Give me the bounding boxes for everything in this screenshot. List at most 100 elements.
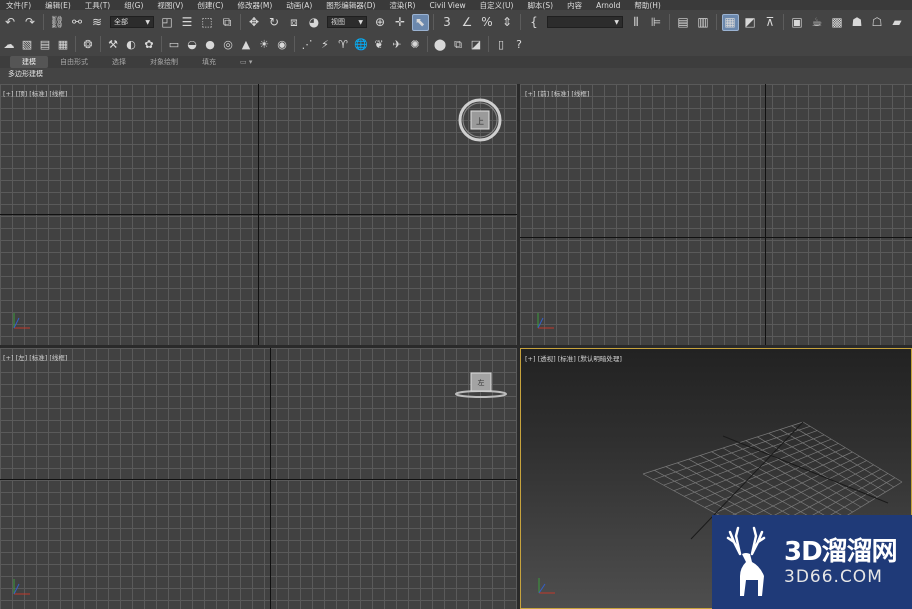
menu-edit[interactable]: 编辑(E) [39, 0, 71, 10]
help-icon[interactable]: ? [512, 36, 527, 53]
ribbon-options-button[interactable]: ▭ ▾ [228, 56, 264, 68]
viewport-label[interactable]: [+] [顶] [标准] [线框] [3, 88, 67, 98]
reference-coordinate-dropdown[interactable]: 视图 ▼ [327, 16, 367, 28]
shell-icon[interactable]: ✺ [408, 36, 423, 53]
teapot-icon[interactable]: ☁ [2, 36, 17, 53]
perspective-grid-line [725, 455, 860, 519]
material-editor-icon[interactable]: ▣ [789, 14, 806, 31]
menu-views[interactable]: 视图(V) [151, 0, 183, 10]
angle-snap-icon[interactable]: ∠ [459, 14, 476, 31]
rotate-icon[interactable]: ↻ [266, 14, 283, 31]
menu-file[interactable]: 文件(F) [0, 0, 31, 10]
toolbar-separator [783, 14, 784, 30]
hair-icon[interactable]: ⋰ [300, 36, 315, 53]
viewport-front[interactable]: [+] [前] [标准] [线框] [520, 84, 912, 345]
tab-populate[interactable]: 填充 [190, 56, 228, 68]
rect-selection-region-icon[interactable]: ⬚ [199, 14, 216, 31]
polygon-modeling-label[interactable]: 多边形建模 [8, 69, 43, 79]
scale-icon[interactable]: ⧈ [286, 14, 303, 31]
percent-snap-icon[interactable]: % [479, 14, 496, 31]
main-toolbar: ↶ ↷ ⛓ ⚯ ≋ 全部 ▼ ◰ ☰ ⬚ ⧉ ✥ ↻ ⧈ ◕ 视图 ▼ ⊕ ✛ … [0, 10, 912, 34]
viewport-left[interactable]: [+] [左] [标准] [线框] 左 [0, 348, 517, 609]
material-sphere-icon[interactable]: ⬤ [433, 36, 448, 53]
batch-render-icon[interactable]: ▦ [56, 36, 71, 53]
edit-named-selection-icon[interactable]: { [526, 14, 543, 31]
menu-content[interactable]: 内容 [561, 0, 582, 10]
clipboard-icon[interactable]: ▯ [494, 36, 509, 53]
menu-rendering[interactable]: 渲染(R) [383, 0, 415, 10]
render-iterative-icon[interactable]: ☖ [869, 14, 886, 31]
rendered-frame-window-icon[interactable]: ▩ [829, 14, 846, 31]
fish-icon[interactable]: ✈ [390, 36, 405, 53]
viewport-label[interactable]: [+] [前] [标准] [线框] [525, 88, 589, 98]
schematic-view-icon[interactable]: ⊼ [762, 14, 779, 31]
render-region-icon[interactable]: ⧉ [451, 36, 466, 53]
cloth-icon[interactable]: ⚡ [318, 36, 333, 53]
menu-graph-editors[interactable]: 图形编辑器(D) [320, 0, 375, 10]
tab-selection[interactable]: 选择 [100, 56, 138, 68]
menu-customize[interactable]: 自定义(U) [474, 0, 514, 10]
named-selection-set-dropdown[interactable]: ▼ [547, 16, 623, 28]
render-frame-icon[interactable]: ▧ [20, 36, 35, 53]
select-by-name-icon[interactable]: ☰ [179, 14, 196, 31]
hemisphere-icon[interactable]: ◒ [185, 36, 200, 53]
align-icon[interactable]: ⊫ [648, 14, 665, 31]
menu-help[interactable]: 帮助(H) [628, 0, 661, 10]
select-manipulate-icon[interactable]: ✛ [392, 14, 409, 31]
bind-space-warp-icon[interactable]: ≋ [89, 14, 106, 31]
menu-animation[interactable]: 动画(A) [280, 0, 312, 10]
menu-scripting[interactable]: 脚本(S) [521, 0, 553, 10]
viewport-label[interactable]: [+] [透视] [标准] [默认明暗处理] [525, 353, 622, 363]
cone-icon[interactable]: ▲ [239, 36, 254, 53]
render-production-icon[interactable]: ☗ [849, 14, 866, 31]
link-icon[interactable]: ⛓ [49, 14, 66, 31]
hanger-icon[interactable]: ♈ [336, 36, 351, 53]
scene-states-icon[interactable]: ▤ [38, 36, 53, 53]
undo-icon[interactable]: ↶ [2, 14, 19, 31]
menu-arnold[interactable]: Arnold [590, 1, 620, 10]
sphere-icon[interactable]: ● [203, 36, 218, 53]
place-icon[interactable]: ◕ [306, 14, 323, 31]
curve-editor-icon[interactable]: ◩ [742, 14, 759, 31]
move-icon[interactable]: ✥ [246, 14, 263, 31]
viewport-top[interactable]: [+] [顶] [标准] [线框] 上 [0, 84, 517, 345]
toggle-scene-explorer-icon[interactable]: ▤ [675, 14, 692, 31]
box-primitive-icon[interactable]: ▭ [167, 36, 182, 53]
menu-civil-view[interactable]: Civil View [423, 1, 465, 10]
torus-icon[interactable]: ◎ [221, 36, 236, 53]
half-moon-icon[interactable]: ◐ [124, 36, 139, 53]
viewcube-icon[interactable]: 上 [456, 96, 506, 146]
render-setup-icon[interactable]: ☕ [809, 14, 826, 31]
geosphere-icon[interactable]: ◉ [275, 36, 290, 53]
arnold-render-icon[interactable]: ◪ [469, 36, 484, 53]
snaps-toggle-icon[interactable]: 3 [439, 14, 456, 31]
particle-icon[interactable]: ✿ [142, 36, 157, 53]
render-activeshade-icon[interactable]: ▰ [889, 14, 906, 31]
bone-tools-icon[interactable]: ⚒ [106, 36, 121, 53]
menu-bar: 文件(F) 编辑(E) 工具(T) 组(G) 视图(V) 创建(C) 修改器(M… [0, 0, 912, 10]
light-lister-icon[interactable]: ❂ [81, 36, 96, 53]
viewport-label[interactable]: [+] [左] [标准] [线框] [3, 352, 67, 362]
keyboard-shortcut-override-icon[interactable]: ⬉ [411, 13, 429, 31]
globe-icon[interactable]: 🌐 [354, 36, 369, 53]
viewcube-icon[interactable]: 左 [454, 370, 510, 400]
tab-object-paint[interactable]: 对象绘制 [138, 56, 190, 68]
selection-filter-dropdown[interactable]: 全部 ▼ [110, 16, 154, 28]
leaf-icon[interactable]: ❦ [372, 36, 387, 53]
redo-icon[interactable]: ↷ [22, 14, 39, 31]
menu-tools[interactable]: 工具(T) [79, 0, 110, 10]
pivot-center-icon[interactable]: ⊕ [372, 14, 389, 31]
mirror-icon[interactable]: ⫴ [628, 14, 645, 31]
window-crossing-icon[interactable]: ⧉ [219, 14, 236, 31]
menu-create[interactable]: 创建(C) [191, 0, 223, 10]
unlink-icon[interactable]: ⚯ [69, 14, 86, 31]
tab-modeling[interactable]: 建模 [10, 56, 48, 68]
toggle-layer-explorer-icon[interactable]: ▥ [695, 14, 712, 31]
select-object-icon[interactable]: ◰ [159, 14, 176, 31]
spinner-snap-icon[interactable]: ⇕ [499, 14, 516, 31]
menu-modifiers[interactable]: 修改器(M) [231, 0, 272, 10]
tab-freeform[interactable]: 自由形式 [48, 56, 100, 68]
toggle-ribbon-icon[interactable]: ▦ [721, 13, 739, 31]
sun-light-icon[interactable]: ☀ [257, 36, 272, 53]
menu-group[interactable]: 组(G) [118, 0, 143, 10]
